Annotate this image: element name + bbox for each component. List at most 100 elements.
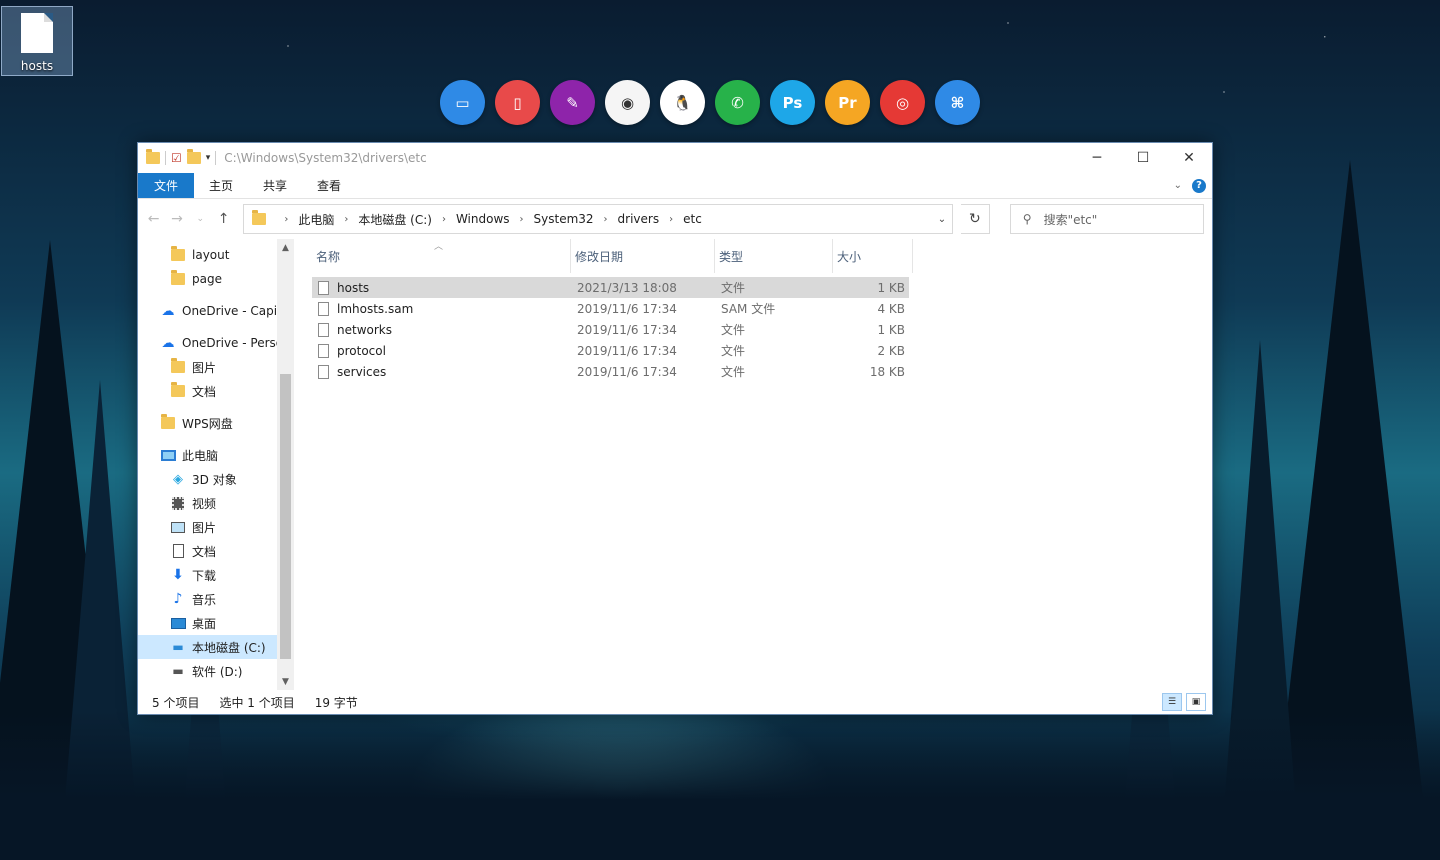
column-size[interactable]: 大小 <box>833 239 913 273</box>
chevron-right-icon[interactable]: › <box>442 214 446 225</box>
column-type[interactable]: 类型 <box>715 239 833 273</box>
sidebar-item-page[interactable]: page <box>138 267 294 291</box>
monitor-app-icon[interactable]: ▭ <box>440 80 485 125</box>
cup-app-icon[interactable]: ▯ <box>495 80 540 125</box>
expand-ribbon-icon[interactable]: ⌄ <box>1174 180 1182 191</box>
column-date[interactable]: 修改日期 <box>571 239 715 273</box>
tab-home[interactable]: 主页 <box>194 173 248 198</box>
breadcrumb-item[interactable]: System32 <box>534 212 594 226</box>
tab-share[interactable]: 共享 <box>248 173 302 198</box>
file-date: 2019/11/6 17:34 <box>577 364 677 379</box>
large-icons-view-button[interactable]: ▣ <box>1186 693 1206 711</box>
sidebar-item-onedrive-perso[interactable]: ☁ OneDrive - Perso <box>138 331 294 355</box>
sidebar-item-onedrive-capi[interactable]: ☁ OneDrive - Capi <box>138 299 294 323</box>
premiere-icon[interactable]: Pr <box>825 80 870 125</box>
sidebar-item-label: OneDrive - Capi <box>182 304 278 318</box>
breadcrumb-item[interactable]: Windows <box>456 212 510 226</box>
sidebar-item-layout[interactable]: layout <box>138 243 294 267</box>
file-name: protocol <box>337 343 386 358</box>
file-row[interactable]: networks 2019/11/6 17:34 文件 1 KB <box>312 319 909 340</box>
chevron-right-icon[interactable]: › <box>344 214 348 225</box>
address-dropdown-icon[interactable]: ⌄ <box>932 214 952 225</box>
notes-app-icon[interactable]: ✎ <box>550 80 595 125</box>
recent-locations-icon[interactable]: ⌄ <box>193 214 208 224</box>
file-row[interactable]: services 2019/11/6 17:34 文件 18 KB <box>312 361 909 382</box>
breadcrumb: › 此电脑 › 本地磁盘 (C:) › Windows › System32 › drivers ›… <box>274 211 701 228</box>
divider <box>165 151 166 165</box>
status-bar: 5 个项目 选中 1 个项目 19 字节 ☰ ▣ <box>138 690 1212 714</box>
sidebar-item-label: 文档 <box>192 384 217 399</box>
sidebar-item-drive-c[interactable]: ▬ 本地磁盘 (C:) <box>138 635 294 659</box>
sidebar-item-videos[interactable]: 视频 <box>138 491 294 515</box>
back-button[interactable]: ← <box>146 211 161 227</box>
chevron-right-icon[interactable]: › <box>604 214 608 225</box>
document-icon <box>170 543 186 559</box>
search-input[interactable]: ⚲ 搜索"etc" <box>1009 204 1204 234</box>
sidebar-item-this-pc[interactable]: 此电脑 <box>138 443 294 467</box>
sidebar-item-music[interactable]: ♪ 音乐 <box>138 587 294 611</box>
file-type: 文件 <box>721 281 746 295</box>
properties-icon[interactable]: ☑ <box>171 151 182 165</box>
sidebar-item-pictures[interactable]: 图片 <box>138 355 294 379</box>
help-icon[interactable]: ? <box>1192 178 1206 193</box>
scroll-thumb[interactable] <box>280 374 291 659</box>
desktop-icon <box>170 615 186 631</box>
qq-icon[interactable]: 🐧 <box>660 80 705 125</box>
chevron-right-icon[interactable]: › <box>669 214 673 225</box>
file-name-cell: protocol <box>312 343 571 358</box>
breadcrumb-item[interactable]: 此电脑 <box>298 211 334 228</box>
close-button[interactable]: ✕ <box>1166 143 1212 173</box>
sidebar-item-label: WPS网盘 <box>182 416 233 431</box>
sidebar-item-label: 此电脑 <box>182 448 219 463</box>
desktop-icon-hosts[interactable]: hosts <box>1 6 73 76</box>
file-size: 18 KB <box>869 364 905 379</box>
title-bar: ☑ ▾ C:\Windows\System32\drivers\etc ─ ☐ … <box>138 143 1212 173</box>
file-row[interactable]: protocol 2019/11/6 17:34 文件 2 KB <box>312 340 909 361</box>
file-row[interactable]: hosts 2021/3/13 18:08 文件 1 KB <box>312 277 909 298</box>
search-icon: ⚲ <box>1022 212 1032 226</box>
folder-icon <box>146 149 160 164</box>
netease-music-icon[interactable]: ◎ <box>880 80 925 125</box>
tab-file[interactable]: 文件 <box>138 173 195 198</box>
forward-button[interactable]: → <box>169 211 184 227</box>
sidebar-item-drive-d[interactable]: ▬ 软件 (D:) <box>138 659 294 683</box>
refresh-button[interactable]: ↻ <box>960 204 990 234</box>
wechat-icon[interactable]: ✆ <box>715 80 760 125</box>
file-row[interactable]: lmhosts.sam 2019/11/6 17:34 SAM 文件 4 KB <box>312 298 909 319</box>
details-view-button[interactable]: ☰ <box>1162 693 1182 711</box>
address-bar[interactable]: › 此电脑 › 本地磁盘 (C:) › Windows › System32 › drivers ›… <box>243 204 953 234</box>
sidebar-item-3d-objects[interactable]: ◈ 3D 对象 <box>138 467 294 491</box>
window-title: C:\Windows\System32\drivers\etc <box>224 151 427 165</box>
sidebar-item-desktop[interactable]: 桌面 <box>138 611 294 635</box>
new-folder-icon[interactable] <box>186 149 201 164</box>
sidebar-item-documents-pc[interactable]: 文档 <box>138 539 294 563</box>
breadcrumb-item[interactable]: etc <box>683 212 702 226</box>
breadcrumb-item[interactable]: drivers <box>618 212 660 226</box>
file-icon <box>318 364 329 379</box>
sidebar-scrollbar[interactable]: ▲ ▼ <box>277 239 294 690</box>
tab-view[interactable]: 查看 <box>302 173 356 198</box>
photoshop-icon[interactable]: Ps <box>770 80 815 125</box>
sidebar-item-wps[interactable]: WPS网盘 <box>138 411 294 435</box>
sidebar-item-label: 图片 <box>192 520 217 535</box>
minimize-button[interactable]: ─ <box>1074 143 1120 173</box>
chevron-right-icon[interactable]: › <box>284 214 288 225</box>
file-name-cell: lmhosts.sam <box>312 301 571 316</box>
chevron-right-icon[interactable]: › <box>520 214 524 225</box>
item-count: 5 个项目 <box>152 695 200 710</box>
scroll-up-icon[interactable]: ▲ <box>277 239 294 256</box>
file-type: 文件 <box>721 323 746 337</box>
maximize-button[interactable]: ☐ <box>1120 143 1166 173</box>
sidebar-item-pictures-pc[interactable]: 图片 <box>138 515 294 539</box>
up-button[interactable]: ↑ <box>216 211 231 227</box>
file-name: hosts <box>337 280 370 295</box>
sidebar-item-downloads[interactable]: ⬇ 下载 <box>138 563 294 587</box>
sidebar-item-documents[interactable]: 文档 <box>138 379 294 403</box>
breadcrumb-item[interactable]: 本地磁盘 (C:) <box>358 211 432 228</box>
file-name: networks <box>337 322 392 337</box>
sort-ascending-icon: ︿ <box>434 242 444 252</box>
scroll-down-icon[interactable]: ▼ <box>277 673 294 690</box>
python-icon[interactable]: ⌘ <box>935 80 980 125</box>
chrome-icon[interactable]: ◉ <box>605 80 650 125</box>
chevron-down-icon[interactable]: ▾ <box>206 153 211 163</box>
